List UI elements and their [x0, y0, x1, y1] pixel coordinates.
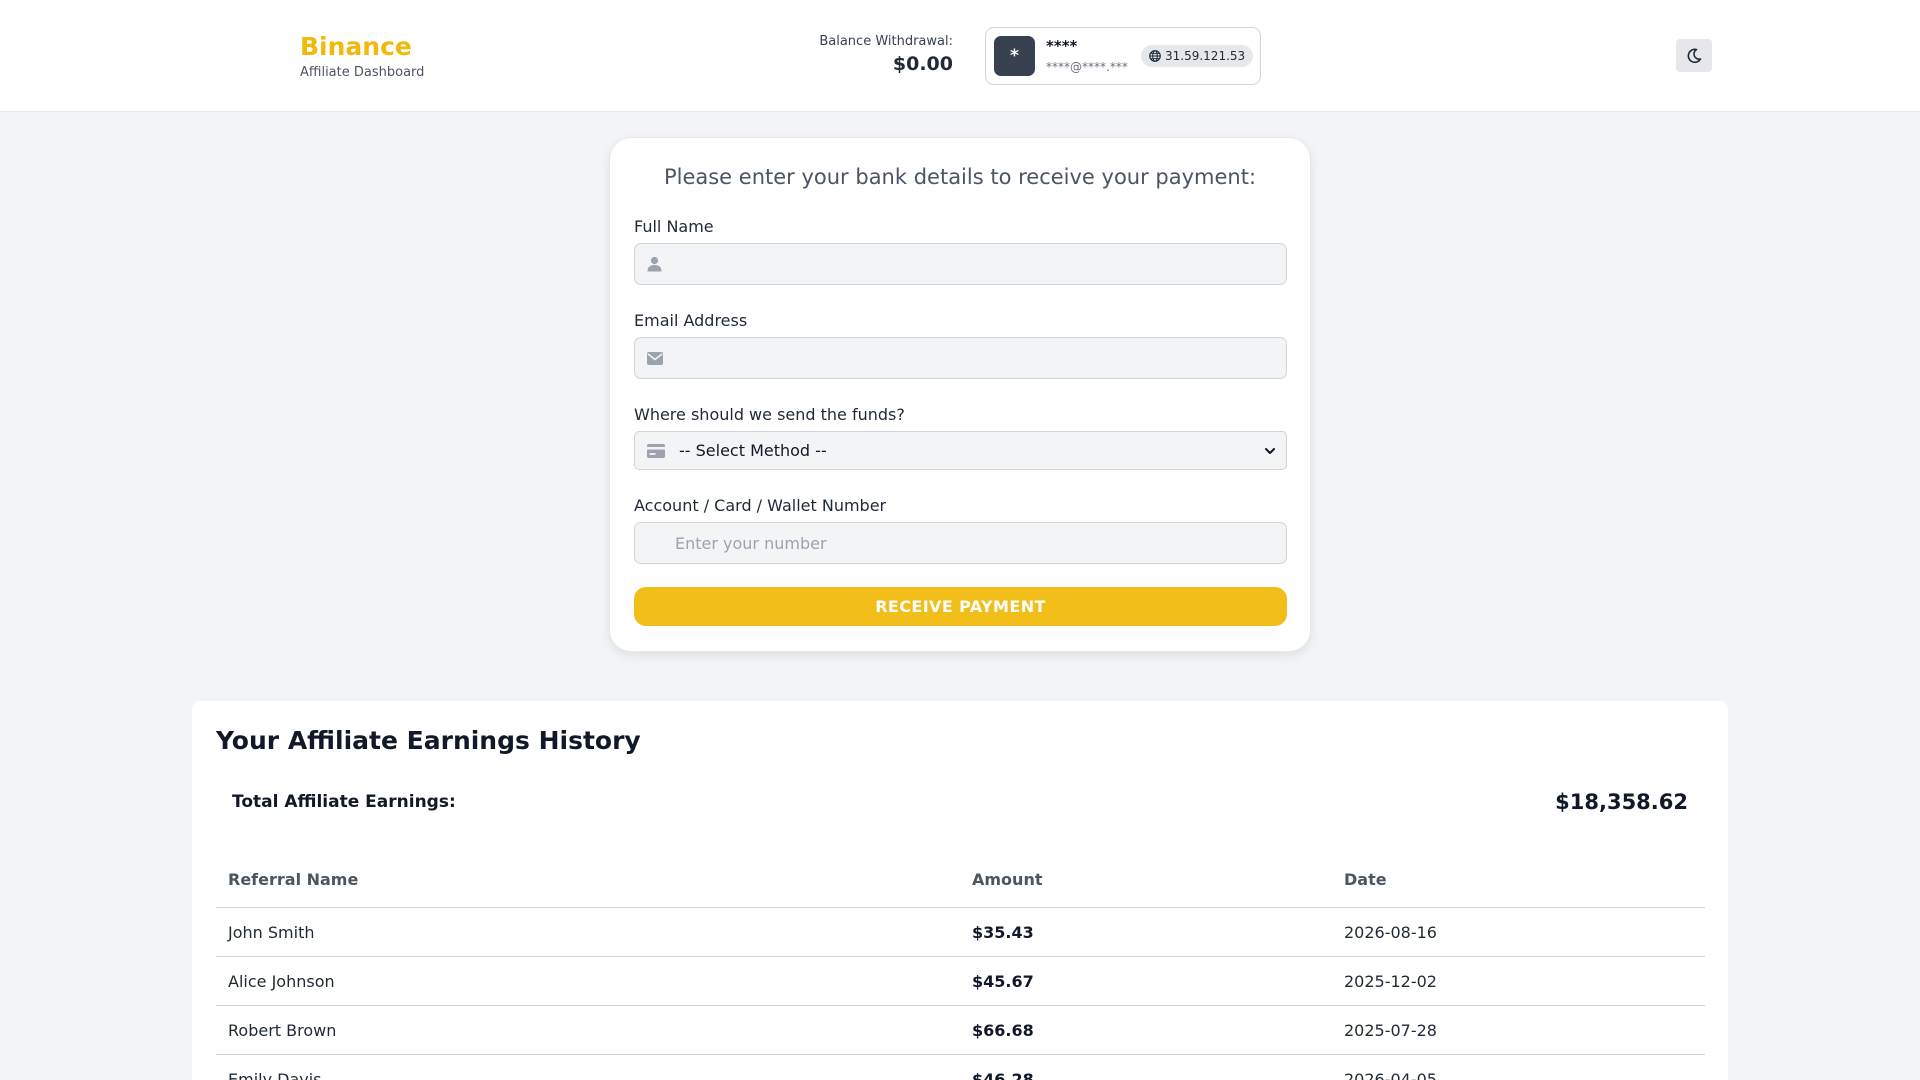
referral-date: 2026-04-05: [1344, 1070, 1437, 1080]
account-number-label: Account / Card / Wallet Number: [634, 496, 887, 515]
full-name-input[interactable]: [675, 244, 1275, 284]
total-earnings-value: $18,358.62: [1555, 790, 1688, 814]
user-icon: [647, 256, 662, 272]
earnings-history-card: Your Affiliate Earnings History Total Af…: [192, 701, 1728, 1080]
ip-badge: 31.59.121.53: [1141, 45, 1254, 67]
email-field[interactable]: [634, 337, 1287, 379]
moon-icon: [1687, 48, 1702, 63]
referral-name: Alice Johnson: [228, 972, 335, 991]
user-card[interactable]: * **** ****@****.*** 31.59.121.53: [985, 27, 1261, 85]
full-name-field[interactable]: [634, 243, 1287, 285]
full-name-label: Full Name: [634, 217, 714, 236]
referral-amount: $66.68: [972, 1021, 1034, 1040]
receive-payment-button[interactable]: RECEIVE PAYMENT: [634, 587, 1287, 626]
method-label: Where should we send the funds?: [634, 405, 905, 424]
user-name: ****: [1046, 37, 1078, 55]
referral-name: John Smith: [228, 923, 315, 942]
earnings-table: Referral Name Amount Date John Smith $35…: [216, 858, 1705, 1080]
referral-date: 2025-07-28: [1344, 1021, 1437, 1040]
payment-form-card: Please enter your bank details to receiv…: [609, 137, 1311, 652]
referral-amount: $46.28: [972, 1070, 1034, 1080]
method-selected-value: -- Select Method --: [679, 441, 827, 460]
theme-toggle-button[interactable]: [1676, 39, 1712, 72]
balance-value: $0.00: [892, 53, 953, 75]
referral-name: Robert Brown: [228, 1021, 337, 1040]
balance-display: Balance Withdrawal: $0.00: [819, 34, 953, 75]
referral-name: Emily Davis: [228, 1070, 322, 1080]
referral-date: 2026-08-16: [1344, 923, 1437, 942]
brand-subtitle: Affiliate Dashboard: [300, 65, 425, 80]
brand: Binance Affiliate Dashboard: [300, 32, 424, 80]
table-header: Referral Name Amount Date: [216, 858, 1705, 907]
column-header-amount: Amount: [972, 870, 1043, 889]
referral-amount: $35.43: [972, 923, 1034, 942]
account-number-input[interactable]: [675, 523, 1275, 563]
envelope-icon: [647, 352, 663, 365]
email-input[interactable]: [675, 338, 1275, 378]
ip-address: 31.59.121.53: [1165, 49, 1246, 63]
email-label: Email Address: [634, 311, 748, 330]
account-number-field[interactable]: [634, 522, 1287, 564]
column-header-referral-name: Referral Name: [228, 870, 359, 889]
total-earnings-label: Total Affiliate Earnings:: [232, 792, 456, 812]
method-select[interactable]: -- Select Method --: [634, 431, 1287, 470]
globe-icon: [1149, 50, 1161, 62]
table-row: Robert Brown $66.68 2025-07-28: [216, 1005, 1705, 1054]
table-row: Emily Davis $46.28 2026-04-05: [216, 1054, 1705, 1080]
earnings-title: Your Affiliate Earnings History: [216, 726, 641, 755]
brand-name[interactable]: Binance: [300, 32, 424, 62]
table-row: John Smith $35.43 2026-08-16: [216, 907, 1705, 956]
payment-form-title: Please enter your bank details to receiv…: [663, 165, 1257, 189]
referral-date: 2025-12-02: [1344, 972, 1437, 991]
balance-label: Balance Withdrawal:: [819, 34, 953, 49]
referral-amount: $45.67: [972, 972, 1034, 991]
chevron-down-icon: [1265, 448, 1275, 454]
column-header-date: Date: [1344, 870, 1387, 889]
credit-card-icon: [647, 444, 665, 458]
top-header: Binance Affiliate Dashboard Balance With…: [0, 0, 1920, 112]
user-email: ****@****.***: [1046, 60, 1128, 74]
table-row: Alice Johnson $45.67 2025-12-02: [216, 956, 1705, 1005]
avatar: *: [994, 36, 1035, 76]
